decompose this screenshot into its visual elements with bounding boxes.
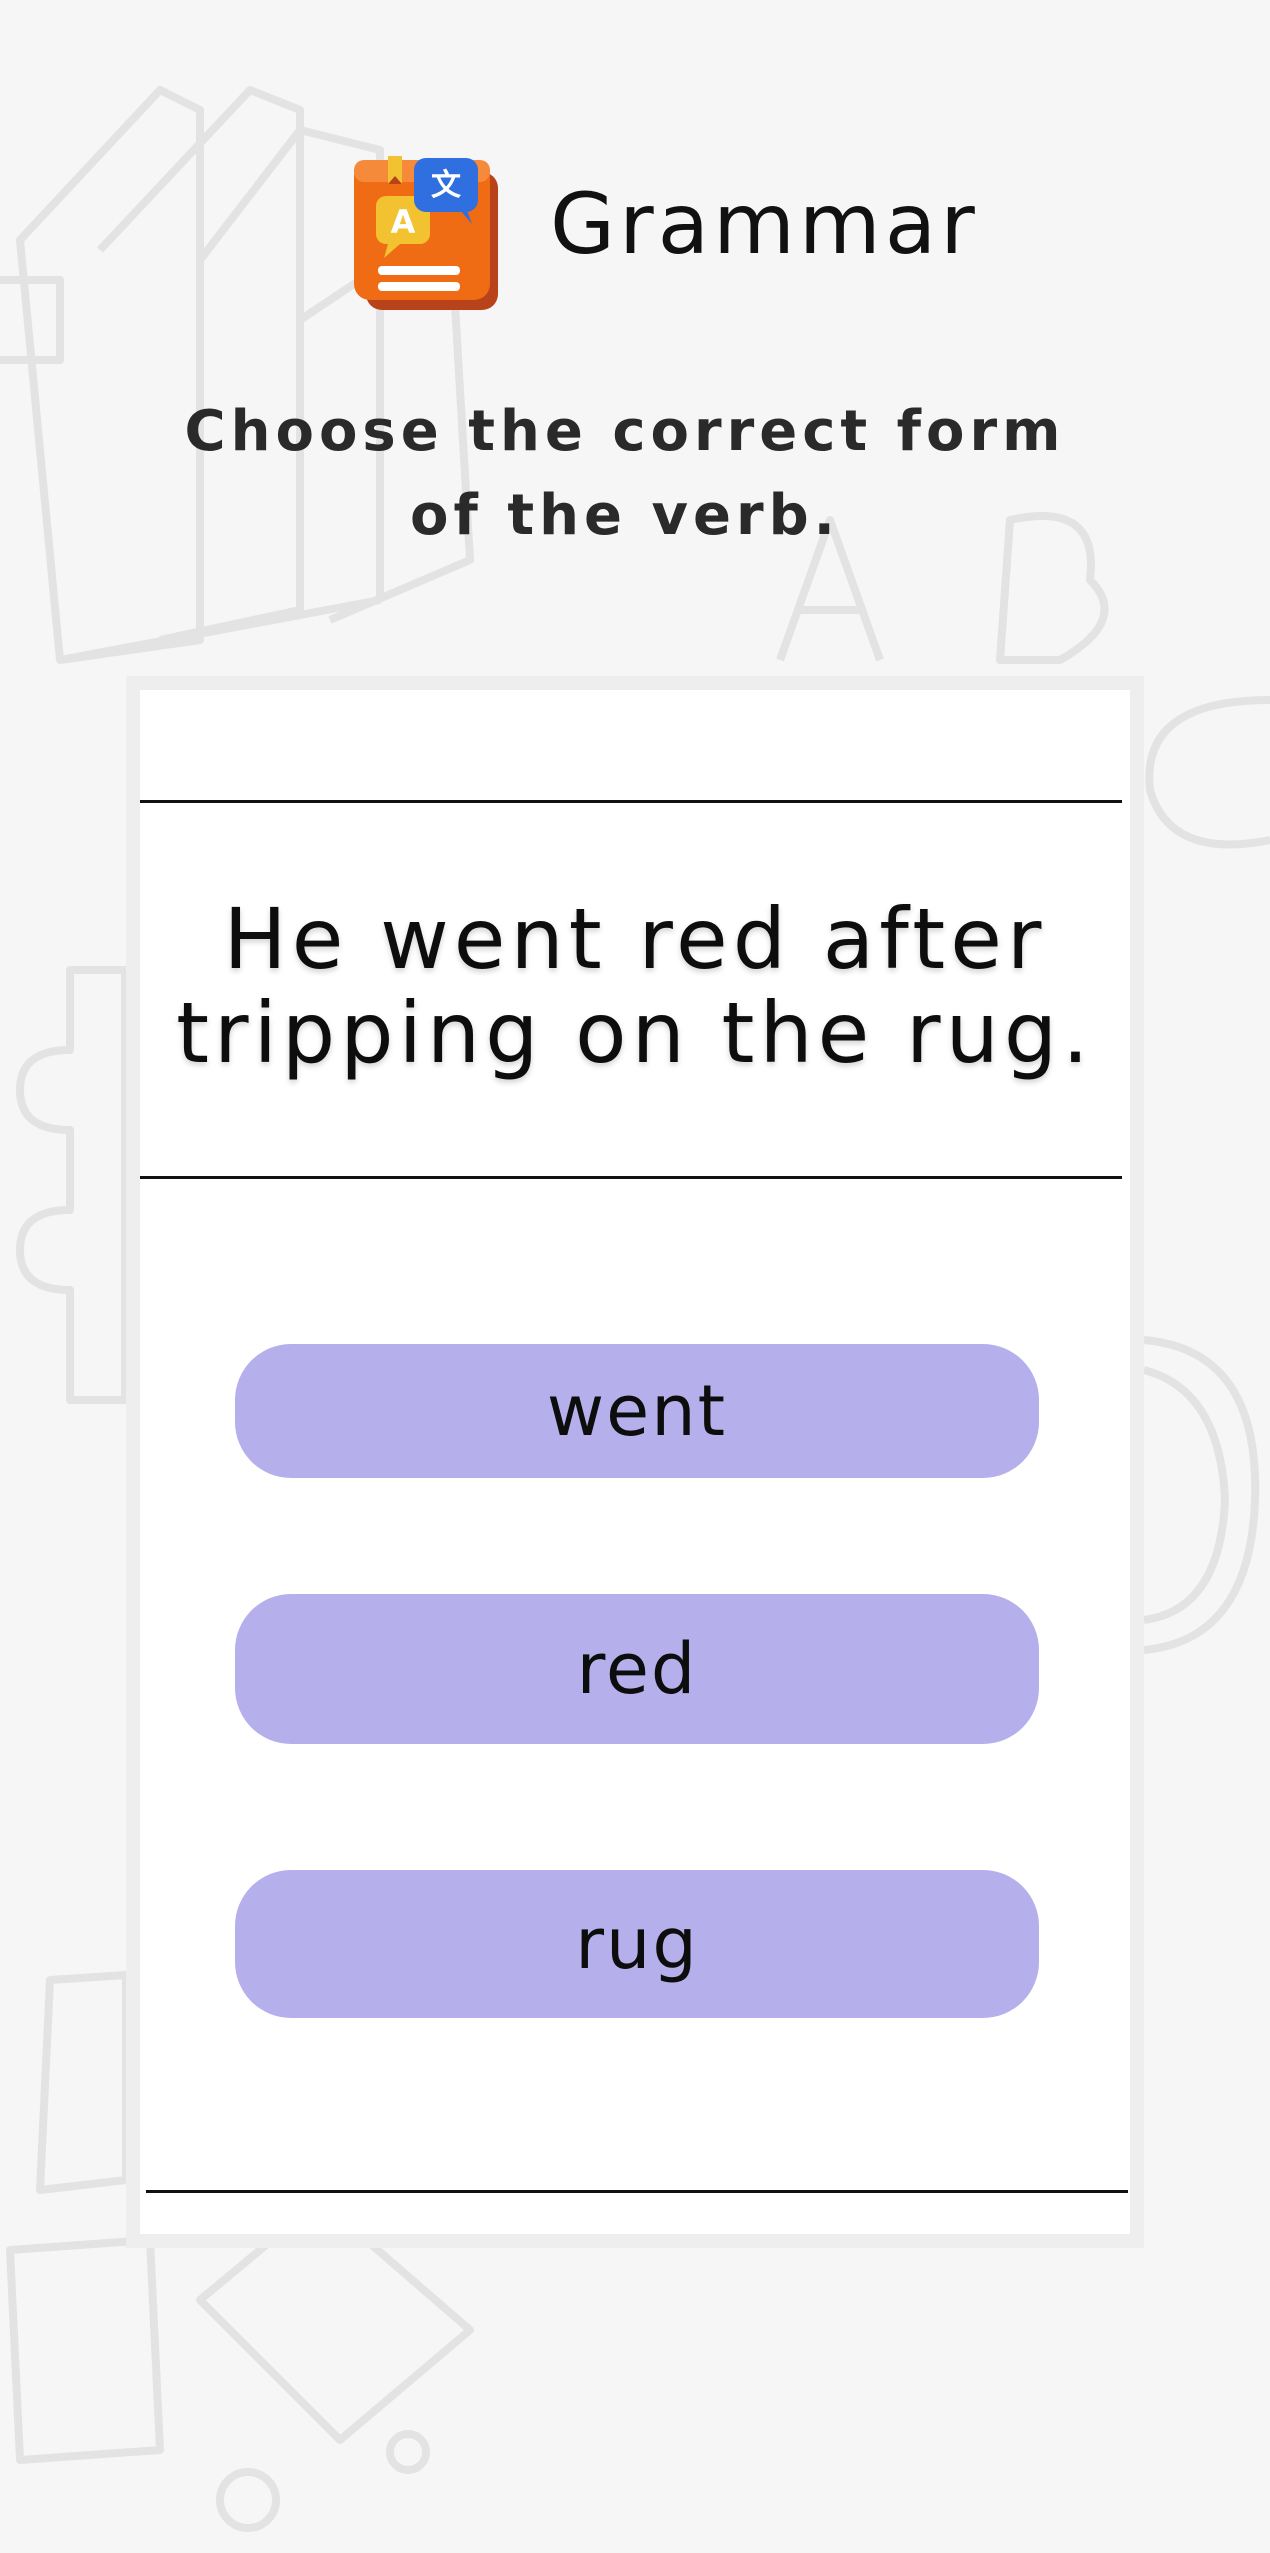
option-button-went[interactable]: went <box>235 1344 1039 1478</box>
divider-middle <box>140 1176 1122 1179</box>
option-label: rug <box>575 1903 699 1985</box>
app-title: Grammar <box>550 175 979 273</box>
svg-text:A: A <box>391 203 416 241</box>
grammar-book-icon: A 文 <box>354 156 498 310</box>
puzzle-doodle-icon <box>16 966 129 1404</box>
question-sentence: He went red after tripping on the rug. <box>176 890 1094 1082</box>
option-button-red[interactable]: red <box>235 1594 1039 1744</box>
header: A 文 Grammar <box>0 130 1270 320</box>
divider-bottom <box>146 2190 1128 2193</box>
option-button-rug[interactable]: rug <box>235 1870 1039 2018</box>
ring-doodle-icon <box>1142 1336 1260 1654</box>
option-label: red <box>576 1628 698 1710</box>
svg-text:文: 文 <box>431 168 461 203</box>
question-card: He went red after tripping on the rug. w… <box>126 676 1144 2248</box>
option-label: went <box>546 1370 728 1452</box>
instruction-text: Choose the correct form of the verb. <box>184 399 1066 548</box>
divider-top <box>140 800 1122 803</box>
letter-c-doodle-icon <box>1145 696 1270 849</box>
